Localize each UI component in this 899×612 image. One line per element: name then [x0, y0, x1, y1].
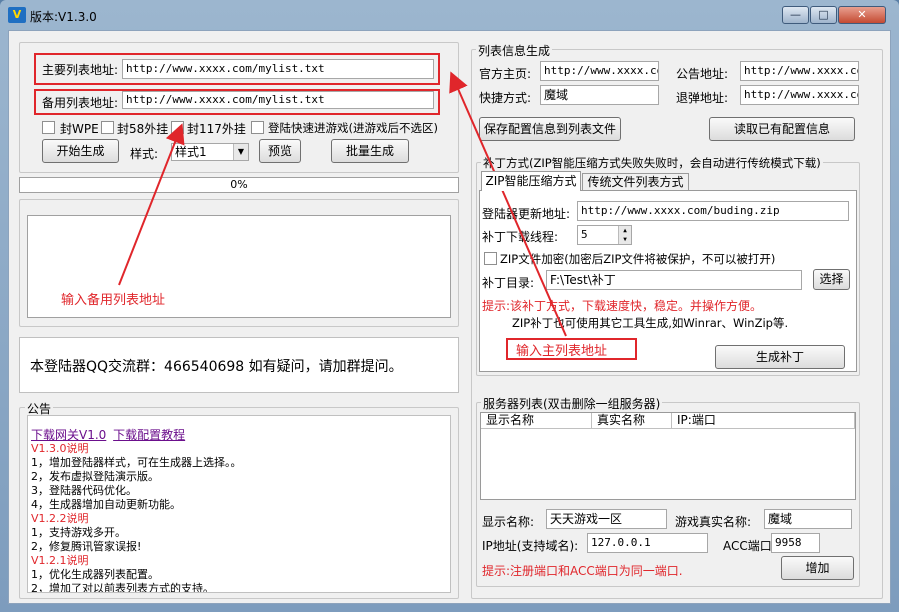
backup-arrow [118, 123, 185, 286]
tab-zip[interactable]: ZIP智能压缩方式 [481, 171, 581, 191]
app-window: V 版本:V1.3.0 — □ ✕ 主要列表地址: http://www.xxx… [0, 0, 899, 612]
close-button[interactable]: ✕ [838, 6, 886, 24]
window-title: 版本:V1.3.0 [30, 10, 97, 24]
maximize-button[interactable]: □ [810, 6, 837, 24]
app-logo-icon: V [8, 7, 26, 23]
minimize-button[interactable]: — [782, 6, 809, 24]
primary-arrow [449, 71, 567, 337]
client-area: 主要列表地址: http://www.xxxx.com/mylist.txt 备… [8, 30, 891, 604]
title-bar[interactable]: V 版本:V1.3.0 — □ ✕ [0, 0, 899, 30]
annotation-arrows [118, 71, 567, 337]
